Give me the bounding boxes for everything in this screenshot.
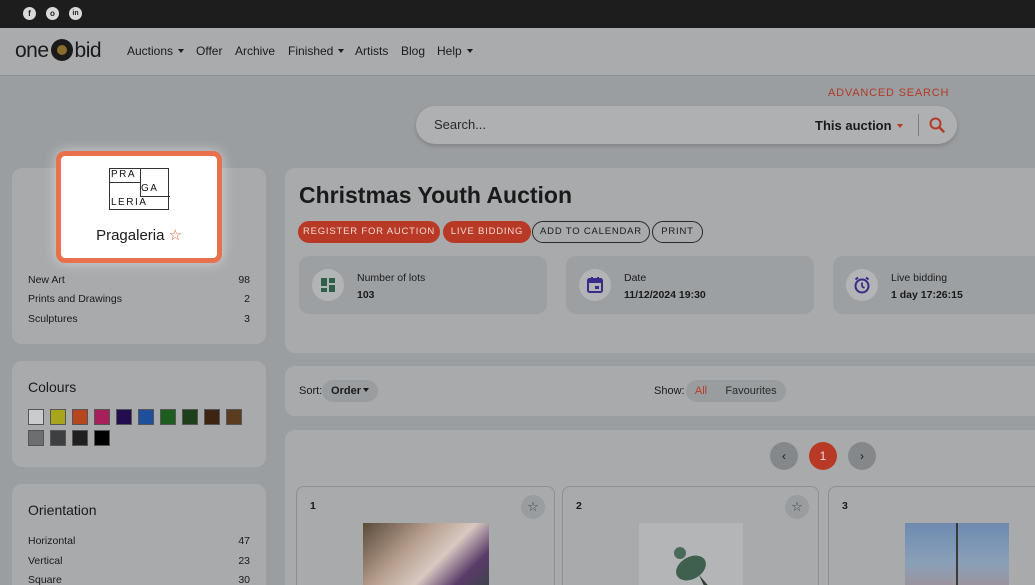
show-favourites-tab[interactable]: Favourites (718, 380, 784, 402)
show-all-tab[interactable]: All (686, 380, 716, 402)
logo-text-right: bid (74, 39, 102, 62)
search-scope-dropdown[interactable]: This auction (815, 118, 903, 133)
nav-archive[interactable]: Archive (235, 44, 275, 58)
lot-image[interactable] (363, 523, 489, 585)
colour-swatch[interactable] (28, 409, 44, 425)
lot-image[interactable] (639, 523, 743, 585)
chevron-down-icon (178, 49, 185, 53)
category-item[interactable]: New Art 98 (28, 274, 250, 286)
sort-dropdown[interactable]: Order (322, 380, 378, 402)
auction-title: Christmas Youth Auction (299, 182, 573, 208)
lot-number: 2 (576, 500, 582, 512)
logo-text-left: one (15, 39, 49, 62)
colour-swatch[interactable] (72, 430, 88, 446)
social-bar: f o in (0, 0, 1035, 28)
lots-count-card: Number of lots 103 (299, 256, 547, 314)
colour-swatch[interactable] (160, 409, 176, 425)
lot-image[interactable] (905, 523, 1009, 585)
page-1-button[interactable]: 1 (809, 442, 837, 470)
orientation-title: Orientation (28, 502, 97, 518)
lot-number: 3 (842, 500, 848, 512)
chevron-down-icon (338, 49, 345, 53)
colour-swatch[interactable] (28, 430, 44, 446)
colour-swatch[interactable] (182, 409, 198, 425)
nav-auctions[interactable]: Auctions (127, 44, 185, 58)
live-bidding-button[interactable]: LIVE BIDDING (443, 221, 531, 243)
linkedin-icon[interactable]: in (69, 7, 82, 20)
facebook-icon[interactable]: f (23, 7, 36, 20)
print-button[interactable]: PRINT (652, 221, 703, 243)
live-bidding-card: Live bidding 1 day 17:26:15 (833, 256, 1035, 314)
main-navbar: one bid Auctions Offer Archive Finished A… (0, 28, 1035, 76)
lot-card[interactable]: 3 (828, 486, 1035, 585)
add-to-calendar-button[interactable]: ADD TO CALENDAR (532, 221, 650, 243)
orientation-item[interactable]: Horizontal 47 (28, 535, 250, 547)
search-bar: This auction (416, 106, 957, 144)
alarm-clock-icon (846, 269, 878, 301)
prev-page-button[interactable]: ‹ (770, 442, 798, 470)
star-icon[interactable]: ☆ (521, 495, 545, 519)
next-page-button[interactable]: › (848, 442, 876, 470)
orientation-item[interactable]: Vertical 23 (28, 555, 250, 567)
nav-blog[interactable]: Blog (401, 44, 425, 58)
colour-swatch[interactable] (138, 409, 154, 425)
logo-mark-icon (50, 39, 73, 61)
nav-offer[interactable]: Offer (196, 44, 222, 58)
colour-swatch[interactable] (94, 409, 110, 425)
colour-swatch[interactable] (94, 430, 110, 446)
show-label: Show: (654, 385, 685, 397)
register-button[interactable]: REGISTER FOR AUCTION (298, 221, 440, 243)
star-icon[interactable]: ☆ (785, 495, 809, 519)
nav-finished[interactable]: Finished (288, 44, 345, 58)
instagram-icon[interactable]: o (46, 7, 59, 20)
colour-swatch[interactable] (204, 409, 220, 425)
lot-number: 1 (310, 500, 316, 512)
colour-swatch[interactable] (50, 430, 66, 446)
date-card: Date 11/12/2024 19:30 (566, 256, 814, 314)
chevron-down-icon (896, 124, 903, 128)
colours-title: Colours (28, 379, 77, 395)
search-input[interactable] (434, 117, 804, 132)
onebid-logo[interactable]: one bid (15, 39, 102, 63)
nav-artists[interactable]: Artists (355, 44, 388, 58)
search-divider (918, 114, 919, 136)
grid-icon (312, 269, 344, 301)
category-item[interactable]: Sculptures 3 (28, 313, 250, 325)
orientation-item[interactable]: Square 30 (28, 574, 250, 585)
seller-name: Pragaleria ☆ (96, 227, 182, 244)
seller-card[interactable]: PRA GA LERIA Pragaleria ☆ (56, 151, 222, 263)
colour-swatch[interactable] (72, 409, 88, 425)
seller-logo: PRA GA LERIA (109, 168, 170, 210)
search-icon[interactable] (928, 116, 946, 134)
star-icon[interactable]: ☆ (168, 227, 181, 244)
lot-card[interactable]: 1 ☆ (296, 486, 555, 585)
advanced-search-link[interactable]: ADVANCED SEARCH (828, 87, 949, 99)
colour-swatch[interactable] (50, 409, 66, 425)
lot-card[interactable]: 2 ☆ (562, 486, 819, 585)
colour-swatch[interactable] (226, 409, 242, 425)
chevron-down-icon (466, 49, 473, 53)
calendar-icon (579, 269, 611, 301)
colour-swatch[interactable] (116, 409, 132, 425)
category-item[interactable]: Prints and Drawings 2 (28, 293, 250, 305)
chevron-down-icon (362, 388, 369, 392)
nav-help[interactable]: Help (437, 44, 473, 58)
sort-label: Sort: (299, 385, 323, 397)
